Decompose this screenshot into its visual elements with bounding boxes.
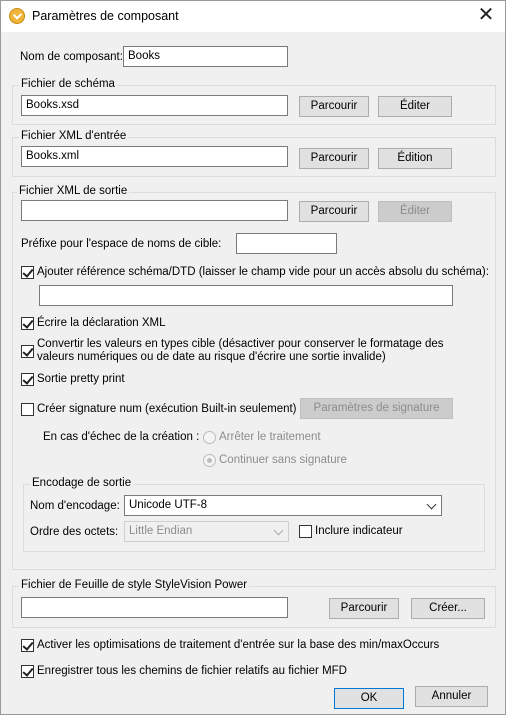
input-xml-browse-button[interactable]: Parcourir bbox=[299, 148, 369, 169]
schema-reference-input[interactable] bbox=[39, 285, 453, 306]
component-settings-dialog: Paramètres de composant ✕ Nom de composa… bbox=[0, 0, 506, 715]
write-xml-declaration-checkbox[interactable] bbox=[21, 317, 34, 330]
output-xml-browse-button[interactable]: Parcourir bbox=[299, 201, 369, 222]
encoding-name-select[interactable]: Unicode UTF-8 bbox=[124, 495, 442, 516]
cancel-button[interactable]: Annuler bbox=[415, 686, 488, 707]
convert-values-label-line1: Convertir les valeurs en types cible (dé… bbox=[37, 338, 444, 350]
stylevision-file-input[interactable] bbox=[21, 597, 288, 618]
encoding-name-value: Unicode UTF-8 bbox=[129, 499, 207, 511]
convert-values-checkbox[interactable] bbox=[21, 345, 34, 358]
input-xml-file-input[interactable]: Books.xml bbox=[21, 146, 288, 167]
input-xml-group-title: Fichier XML d'entrée bbox=[19, 130, 129, 142]
component-name-label: Nom de composant: bbox=[20, 51, 123, 63]
pretty-print-label: Sortie pretty print bbox=[37, 373, 125, 385]
schema-edit-button[interactable]: Éditer bbox=[378, 96, 452, 117]
chevron-down-icon bbox=[273, 525, 284, 536]
schema-browse-button[interactable]: Parcourir bbox=[299, 96, 369, 117]
ok-button[interactable]: OK bbox=[334, 688, 404, 709]
add-schema-reference-checkbox[interactable] bbox=[21, 266, 34, 279]
encoding-name-label: Nom d'encodage: bbox=[30, 500, 120, 512]
include-bom-checkbox[interactable] bbox=[299, 525, 312, 538]
convert-values-label-line2: valeurs numériques ou de date au risque … bbox=[37, 351, 386, 363]
on-failure-label: En cas d'échec de la création : bbox=[43, 431, 200, 443]
app-logo-icon bbox=[9, 8, 25, 24]
digital-signature-checkbox[interactable] bbox=[21, 403, 34, 416]
minmax-optimization-label: Activer les optimisations de traitement … bbox=[37, 639, 440, 651]
add-schema-reference-label: Ajouter référence schéma/DTD (laisser le… bbox=[37, 266, 489, 278]
output-xml-edit-button[interactable]: Éditer bbox=[378, 201, 452, 222]
target-namespace-prefix-label: Préfixe pour l'espace de noms de cible: bbox=[21, 238, 222, 250]
dialog-title: Paramètres de composant bbox=[32, 9, 179, 23]
byte-order-value: Little Endian bbox=[129, 525, 193, 537]
output-xml-file-input[interactable] bbox=[21, 200, 288, 221]
include-bom-label: Inclure indicateur bbox=[315, 525, 403, 537]
input-xml-edit-button[interactable]: Édition bbox=[378, 148, 452, 169]
minmax-optimization-checkbox[interactable] bbox=[21, 639, 34, 652]
digital-signature-label: Créer signature num (exécution Built-in … bbox=[37, 403, 297, 415]
continue-without-signature-radio[interactable] bbox=[203, 454, 216, 467]
signature-settings-button[interactable]: Paramètres de signature bbox=[300, 398, 453, 419]
stylevision-create-button[interactable]: Créer... bbox=[411, 598, 485, 619]
relative-paths-checkbox[interactable] bbox=[21, 665, 34, 678]
component-name-input[interactable]: Books bbox=[123, 46, 288, 67]
stop-processing-radio[interactable] bbox=[203, 431, 216, 444]
schema-file-group-title: Fichier de schéma bbox=[19, 78, 117, 90]
stylevision-group-title: Fichier de Feuille de style StyleVision … bbox=[19, 579, 250, 591]
stylevision-browse-button[interactable]: Parcourir bbox=[329, 598, 399, 619]
byte-order-label: Ordre des octets: bbox=[30, 526, 119, 538]
relative-paths-label: Enregistrer tous les chemins de fichier … bbox=[37, 665, 347, 677]
target-namespace-prefix-input[interactable] bbox=[236, 233, 337, 254]
close-icon[interactable]: ✕ bbox=[475, 4, 497, 26]
continue-without-signature-label: Continuer sans signature bbox=[219, 454, 347, 466]
output-xml-group-title: Fichier XML de sortie bbox=[17, 185, 130, 197]
pretty-print-checkbox[interactable] bbox=[21, 373, 34, 386]
title-bar: Paramètres de composant ✕ bbox=[1, 1, 505, 32]
schema-file-input[interactable]: Books.xsd bbox=[21, 95, 288, 116]
chevron-down-icon bbox=[426, 499, 437, 510]
stop-processing-label: Arrêter le traitement bbox=[219, 431, 321, 443]
byte-order-select[interactable]: Little Endian bbox=[124, 521, 289, 542]
output-encoding-group-title: Encodage de sortie bbox=[30, 477, 134, 489]
write-xml-declaration-label: Écrire la déclaration XML bbox=[37, 317, 166, 329]
